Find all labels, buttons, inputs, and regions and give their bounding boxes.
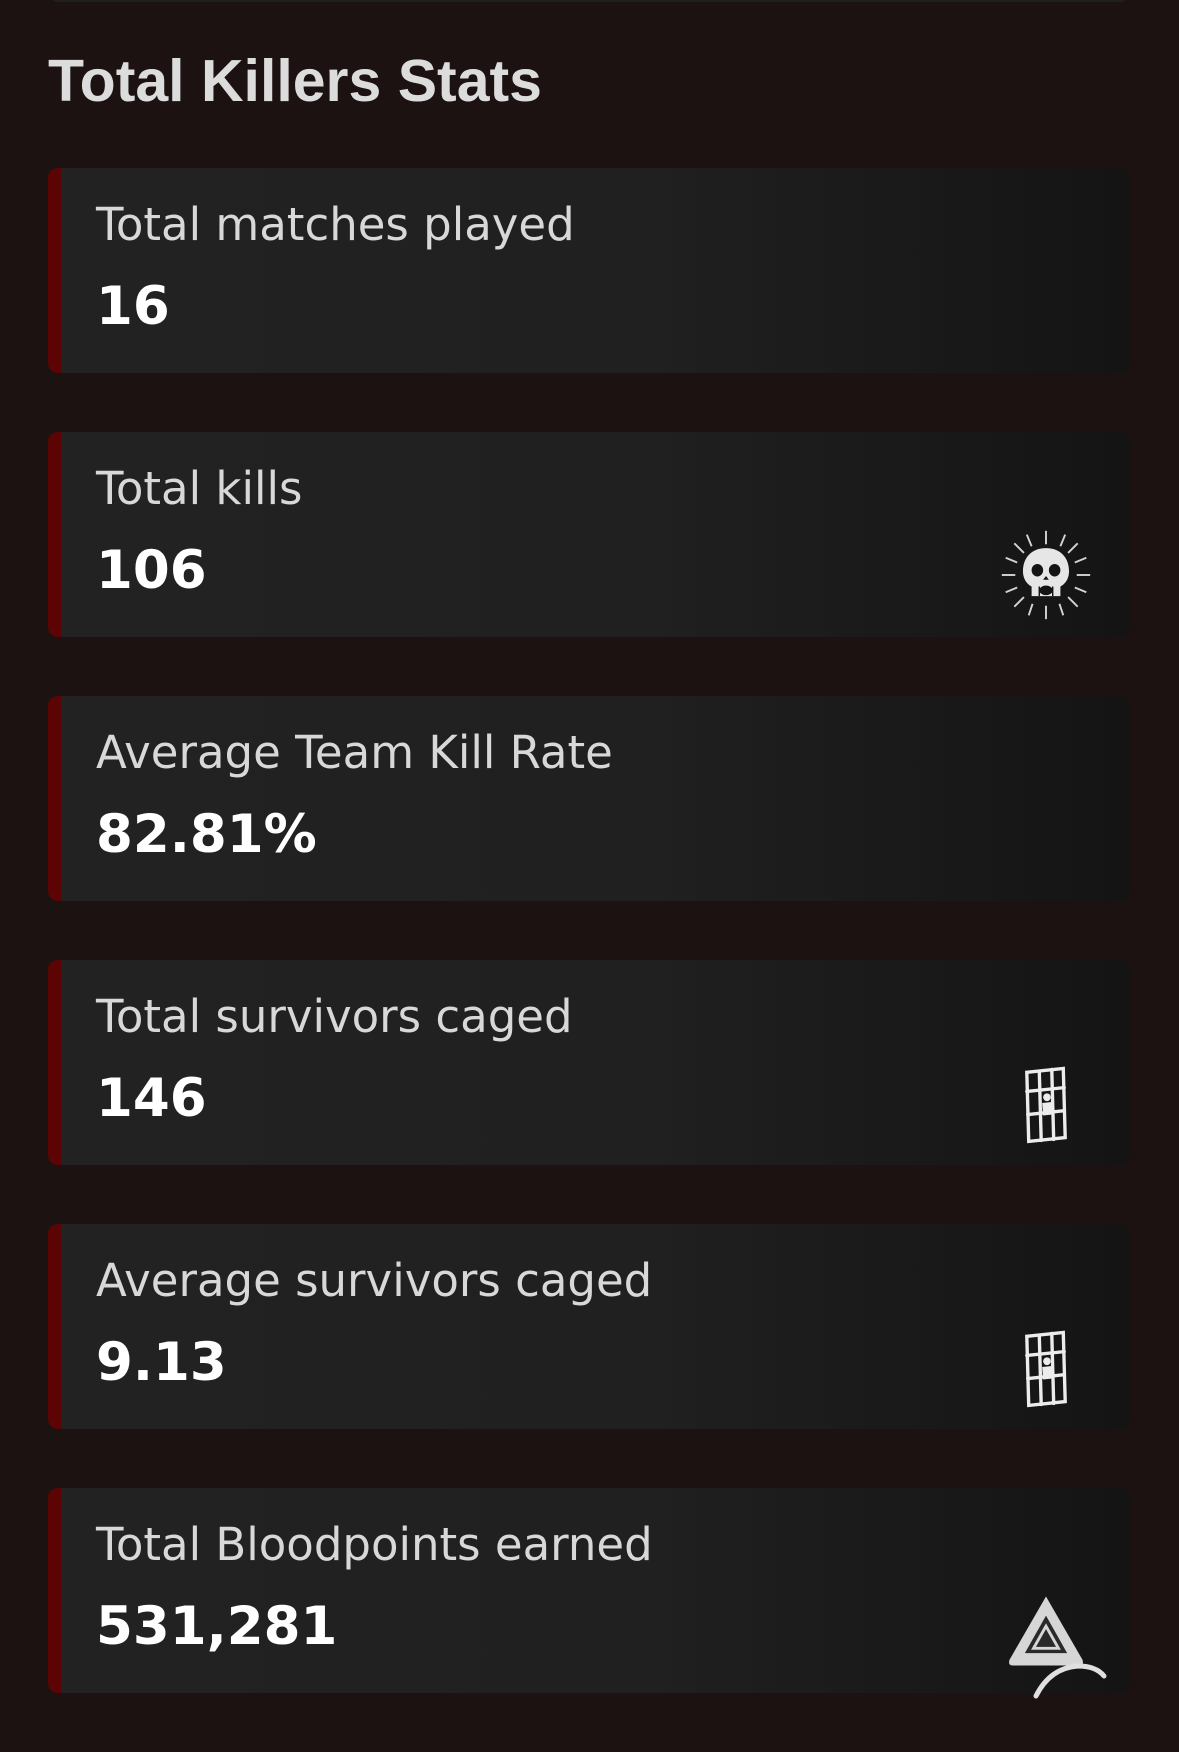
stat-value: 82.81% bbox=[96, 804, 317, 865]
stat-card-average-survivors-caged: Average survivors caged 9.13 bbox=[48, 1224, 1130, 1429]
previous-card-edge bbox=[48, 0, 1130, 2]
card-accent-bar bbox=[48, 696, 61, 901]
card-accent-bar bbox=[48, 960, 61, 1165]
stat-card-total-survivors-caged: Total survivors caged 146 bbox=[48, 960, 1130, 1165]
stat-card-average-kill-rate: Average Team Kill Rate 82.81% bbox=[48, 696, 1130, 901]
card-accent-bar bbox=[48, 168, 61, 373]
stat-card-total-bloodpoints: Total Bloodpoints earned 531,281 bbox=[48, 1488, 1130, 1693]
cage-icon bbox=[1025, 1066, 1067, 1144]
stat-label: Average Team Kill Rate bbox=[96, 726, 613, 779]
stat-label: Total kills bbox=[96, 462, 303, 515]
card-accent-bar bbox=[48, 432, 61, 637]
stat-value: 9.13 bbox=[96, 1332, 227, 1393]
stat-value: 106 bbox=[96, 540, 207, 601]
stat-value: 146 bbox=[96, 1068, 207, 1129]
stat-card-total-kills: Total kills 106 bbox=[48, 432, 1130, 637]
stat-label: Total survivors caged bbox=[96, 990, 573, 1043]
stat-label: Total matches played bbox=[96, 198, 575, 251]
section-title: Total Killers Stats bbox=[48, 48, 542, 114]
skull-icon bbox=[1001, 530, 1091, 620]
stat-label: Average survivors caged bbox=[96, 1254, 653, 1307]
card-accent-bar bbox=[48, 1488, 61, 1693]
partial-icon bbox=[1033, 1663, 1107, 1699]
stats-list: Total matches played 16 Total kills 106 bbox=[48, 168, 1130, 1752]
card-accent-bar bbox=[48, 1224, 61, 1429]
stat-value: 16 bbox=[96, 276, 170, 337]
stat-card-total-matches: Total matches played 16 bbox=[48, 168, 1130, 373]
cage-icon bbox=[1025, 1330, 1067, 1408]
stat-label: Total Bloodpoints earned bbox=[96, 1518, 653, 1571]
stat-value: 531,281 bbox=[96, 1596, 338, 1657]
